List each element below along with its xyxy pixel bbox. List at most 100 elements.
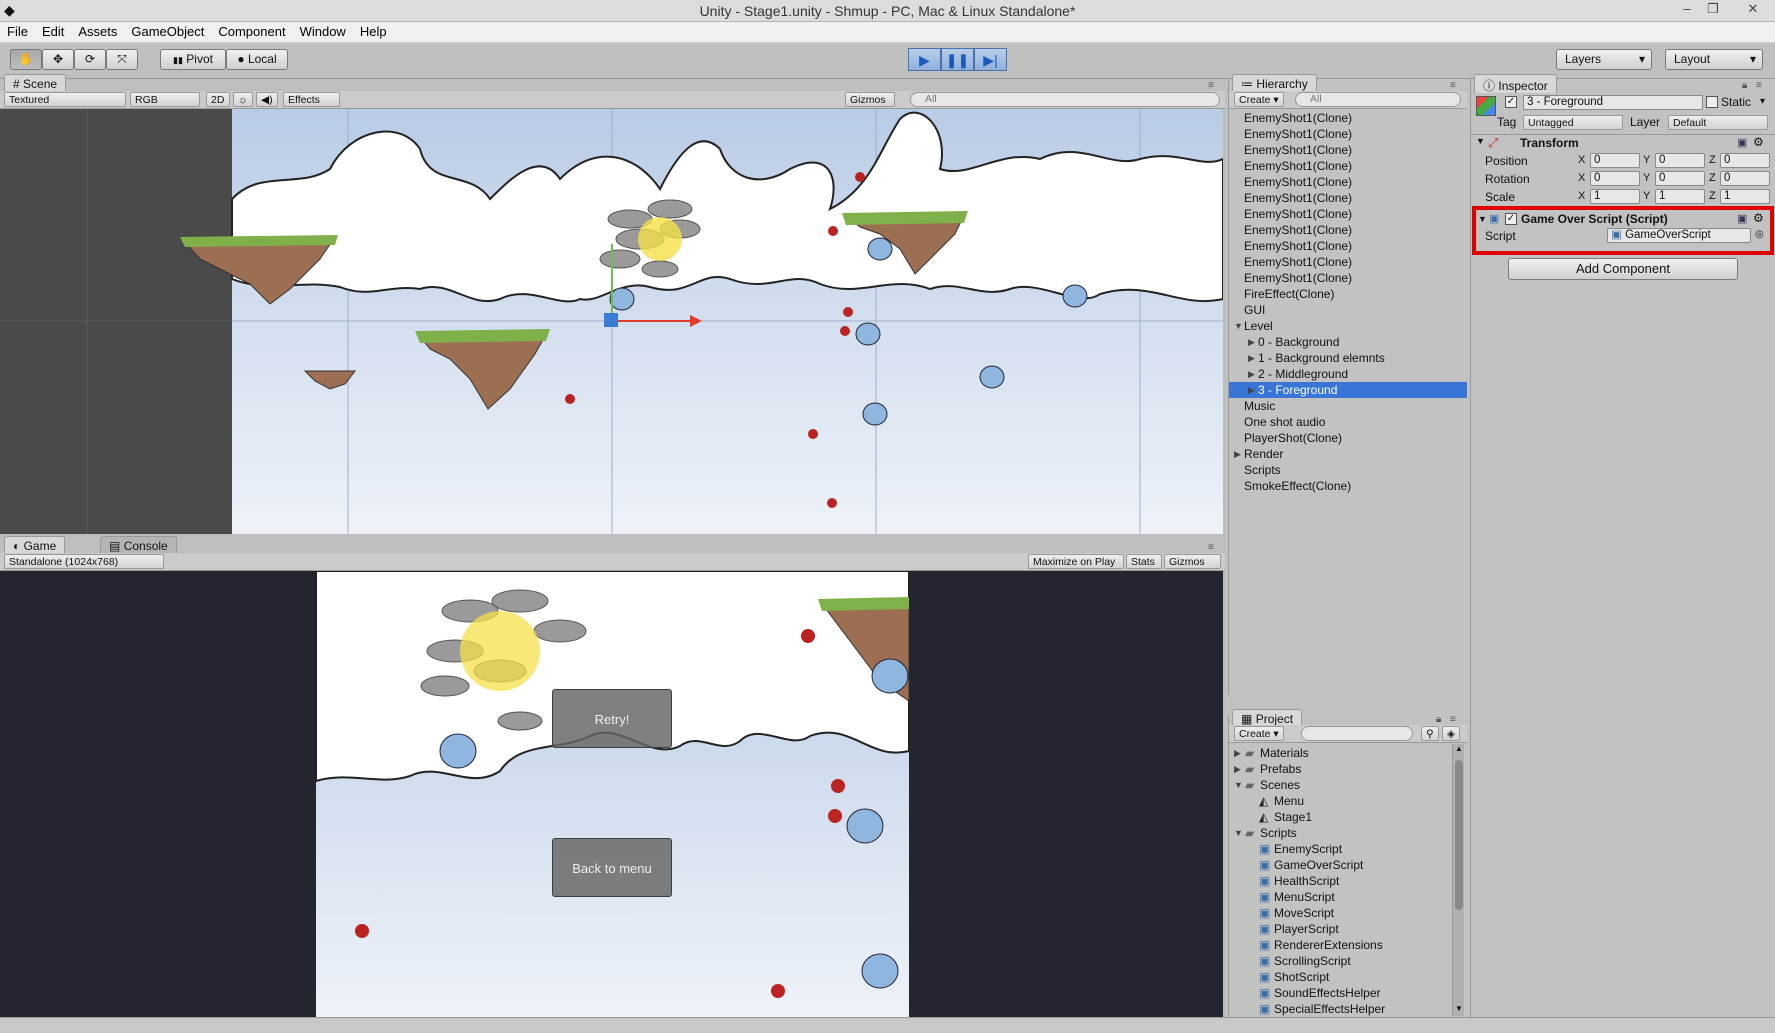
rotate-tool-button[interactable]: ⟳: [74, 49, 106, 70]
project-item[interactable]: Scripts: [1260, 825, 1297, 841]
help-book-icon[interactable]: ▣: [1737, 136, 1747, 149]
help-book-icon[interactable]: ▣: [1737, 212, 1747, 225]
collapse-arrow-icon[interactable]: ▶: [1248, 353, 1255, 364]
hierarchy-item[interactable]: EnemyShot1(Clone): [1244, 238, 1352, 254]
project-item[interactable]: Menu: [1274, 793, 1304, 809]
rotation-x-field[interactable]: 0: [1590, 171, 1640, 186]
expand-arrow-icon[interactable]: ▼: [1234, 321, 1243, 331]
rotation-y-field[interactable]: 0: [1655, 171, 1705, 186]
layout-dropdown[interactable]: Layout ▾: [1665, 49, 1763, 70]
hierarchy-search-input[interactable]: All: [1295, 92, 1461, 107]
pause-button[interactable]: ❚❚: [941, 48, 974, 71]
menu-component[interactable]: Component: [211, 22, 292, 39]
collapse-arrow-icon[interactable]: ▶: [1248, 369, 1255, 380]
hierarchy-item[interactable]: EnemyShot1(Clone): [1244, 126, 1352, 142]
hierarchy-create-dropdown[interactable]: Create ▾: [1234, 92, 1284, 107]
audio-toggle[interactable]: ◀): [256, 92, 278, 107]
panel-menu-icon[interactable]: ≡: [1450, 80, 1456, 91]
position-z-field[interactable]: 0: [1720, 153, 1770, 168]
scroll-down-icon[interactable]: ▼: [1455, 1004, 1463, 1013]
hand-tool-button[interactable]: ✋: [10, 49, 42, 70]
stats-toggle[interactable]: Stats: [1126, 554, 1162, 569]
scale-z-field[interactable]: 1: [1720, 189, 1770, 204]
project-item[interactable]: Stage1: [1274, 809, 1312, 825]
menu-file[interactable]: File: [0, 22, 35, 39]
collapse-arrow-icon[interactable]: ▶: [1234, 764, 1241, 775]
hierarchy-item[interactable]: SmokeEffect(Clone): [1244, 478, 1351, 494]
layer-dropdown[interactable]: Default: [1668, 115, 1768, 130]
foldout-arrow-icon[interactable]: ▼: [1476, 136, 1485, 146]
hierarchy-item[interactable]: Render: [1244, 446, 1283, 462]
hierarchy-item[interactable]: 1 - Background elemnts: [1258, 350, 1385, 366]
color-mode-dropdown[interactable]: RGB: [130, 92, 200, 107]
local-toggle[interactable]: ● Local: [226, 49, 288, 70]
hierarchy-item[interactable]: Music: [1244, 398, 1275, 414]
rotation-z-field[interactable]: 0: [1720, 171, 1770, 186]
position-x-field[interactable]: 0: [1590, 153, 1640, 168]
project-item[interactable]: SoundEffectsHelper: [1274, 985, 1381, 1001]
close-icon[interactable]: ✕: [1740, 1, 1766, 17]
hierarchy-item[interactable]: One shot audio: [1244, 414, 1325, 430]
project-scrollbar[interactable]: ▲ ▼: [1452, 744, 1464, 1016]
filter-label-button[interactable]: ◈: [1442, 726, 1460, 741]
gizmos-dropdown[interactable]: Gizmos: [845, 92, 895, 107]
menu-edit[interactable]: Edit: [35, 22, 71, 39]
object-picker-icon[interactable]: ◎: [1755, 229, 1764, 240]
retry-button[interactable]: Retry!: [552, 689, 672, 748]
project-item[interactable]: EnemyScript: [1274, 841, 1342, 857]
add-component-button[interactable]: Add Component: [1508, 258, 1738, 280]
foldout-arrow-icon[interactable]: ▼: [1478, 214, 1487, 224]
project-item[interactable]: PlayerScript: [1274, 921, 1339, 937]
hierarchy-item[interactable]: EnemyShot1(Clone): [1244, 222, 1352, 238]
hierarchy-item[interactable]: 0 - Background: [1258, 334, 1339, 350]
project-search-input[interactable]: [1301, 726, 1413, 741]
hierarchy-item[interactable]: EnemyShot1(Clone): [1244, 174, 1352, 190]
collapse-arrow-icon[interactable]: ▶: [1248, 337, 1255, 348]
project-item[interactable]: HealthScript: [1274, 873, 1339, 889]
game-gizmos-dropdown[interactable]: Gizmos: [1164, 554, 1221, 569]
project-item[interactable]: MenuScript: [1274, 889, 1335, 905]
project-create-dropdown[interactable]: Create ▾: [1234, 726, 1284, 741]
move-gizmo-center[interactable]: [604, 313, 618, 327]
scale-y-field[interactable]: 1: [1655, 189, 1705, 204]
move-tool-button[interactable]: ✥: [42, 49, 74, 70]
play-button[interactable]: ▶: [908, 48, 941, 71]
collapse-arrow-icon[interactable]: ▶: [1248, 385, 1255, 396]
step-button[interactable]: ▶|: [974, 48, 1007, 71]
2d-toggle[interactable]: 2D: [206, 92, 230, 107]
project-item[interactable]: Scenes: [1260, 777, 1300, 793]
lock-icon[interactable]: 🔒︎: [1742, 80, 1747, 91]
pivot-toggle[interactable]: ▮▮ Pivot: [160, 49, 226, 70]
scene-canvas[interactable]: [0, 109, 1223, 534]
layers-dropdown[interactable]: Layers ▾: [1556, 49, 1652, 70]
effects-dropdown[interactable]: Effects: [283, 92, 340, 107]
scene-viewport[interactable]: [0, 109, 1223, 534]
hierarchy-item[interactable]: EnemyShot1(Clone): [1244, 142, 1352, 158]
project-item[interactable]: ShotScript: [1274, 969, 1329, 985]
lock-icon[interactable]: 🔒︎: [1436, 714, 1441, 725]
panel-menu-icon[interactable]: ≡: [1756, 80, 1762, 91]
hierarchy-item[interactable]: 3 - Foreground: [1258, 382, 1337, 398]
hierarchy-item[interactable]: PlayerShot(Clone): [1244, 430, 1342, 446]
gear-icon[interactable]: ⚙: [1753, 135, 1764, 149]
hierarchy-item[interactable]: EnemyShot1(Clone): [1244, 206, 1352, 222]
game-viewport[interactable]: Retry! Back to menu: [0, 571, 1223, 1017]
panel-menu-icon[interactable]: ≡: [1208, 80, 1214, 91]
project-item[interactable]: SpecialEffectsHelper: [1274, 1001, 1385, 1017]
menu-window[interactable]: Window: [293, 22, 353, 39]
active-checkbox[interactable]: ✓: [1505, 96, 1517, 108]
menu-assets[interactable]: Assets: [71, 22, 124, 39]
expand-arrow-icon[interactable]: ▼: [1234, 828, 1243, 838]
resolution-dropdown[interactable]: Standalone (1024x768): [4, 554, 164, 569]
menu-gameobject[interactable]: GameObject: [124, 22, 211, 39]
hierarchy-item[interactable]: EnemyShot1(Clone): [1244, 254, 1352, 270]
panel-menu-icon[interactable]: ≡: [1450, 714, 1456, 725]
restore-icon[interactable]: ❐: [1700, 1, 1726, 17]
component-enabled-checkbox[interactable]: ✓: [1505, 213, 1517, 225]
position-y-field[interactable]: 0: [1655, 153, 1705, 168]
scene-search-input[interactable]: All: [910, 92, 1220, 107]
project-item[interactable]: Materials: [1260, 745, 1309, 761]
tag-dropdown[interactable]: Untagged: [1523, 115, 1623, 130]
hierarchy-item[interactable]: GUI: [1244, 302, 1265, 318]
object-name-field[interactable]: 3 - Foreground: [1523, 95, 1703, 110]
